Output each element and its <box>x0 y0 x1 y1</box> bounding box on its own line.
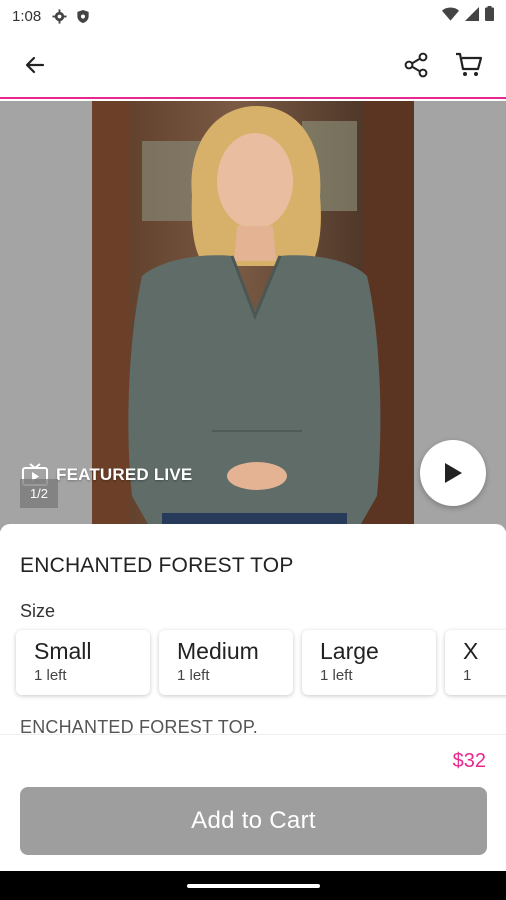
status-bar: 1:08 <box>0 0 506 32</box>
play-icon <box>445 463 462 483</box>
size-name: Medium <box>177 638 259 664</box>
size-name: X <box>463 638 479 664</box>
wifi-icon <box>442 7 459 26</box>
home-gesture-handle[interactable] <box>187 884 320 888</box>
signal-icon <box>465 6 479 26</box>
size-stock: 1 <box>463 667 472 684</box>
size-name: Large <box>320 638 379 664</box>
size-stock: 1 left <box>34 667 67 684</box>
cart-icon <box>456 52 483 76</box>
cart-button[interactable] <box>449 45 489 85</box>
size-option-medium[interactable]: Medium 1 left <box>159 630 293 695</box>
divider <box>0 734 506 735</box>
gear-icon <box>51 8 67 24</box>
size-options: Small 1 left Medium 1 left Large 1 left … <box>16 630 506 695</box>
size-option-x[interactable]: X 1 <box>445 630 506 695</box>
back-button[interactable] <box>15 45 55 85</box>
image-page-indicator: 1/2 <box>20 479 58 508</box>
product-details-sheet: ENCHANTED FOREST TOP Size Small 1 left M… <box>0 524 506 871</box>
arrow-left-icon <box>25 56 45 74</box>
size-option-large[interactable]: Large 1 left <box>302 630 436 695</box>
share-button[interactable] <box>396 45 436 85</box>
share-icon <box>404 52 428 78</box>
app-bar <box>0 32 506 99</box>
play-video-button[interactable] <box>420 440 486 506</box>
size-label: Size <box>20 601 56 621</box>
system-nav-bar <box>0 871 506 900</box>
size-stock: 1 left <box>320 667 353 684</box>
featured-live-label: FEATURED LIVE <box>56 465 193 484</box>
battery-icon <box>485 6 494 26</box>
size-stock: 1 left <box>177 667 210 684</box>
size-name: Small <box>34 638 92 664</box>
status-time: 1:08 <box>12 7 42 25</box>
product-media[interactable]: FEATURED LIVE 1/2 <box>0 101 506 531</box>
size-option-small[interactable]: Small 1 left <box>16 630 150 695</box>
product-price: $32 <box>452 750 486 772</box>
add-to-cart-button[interactable]: Add to Cart <box>20 787 487 855</box>
product-title: ENCHANTED FOREST TOP <box>20 554 294 577</box>
shield-icon <box>75 8 91 24</box>
